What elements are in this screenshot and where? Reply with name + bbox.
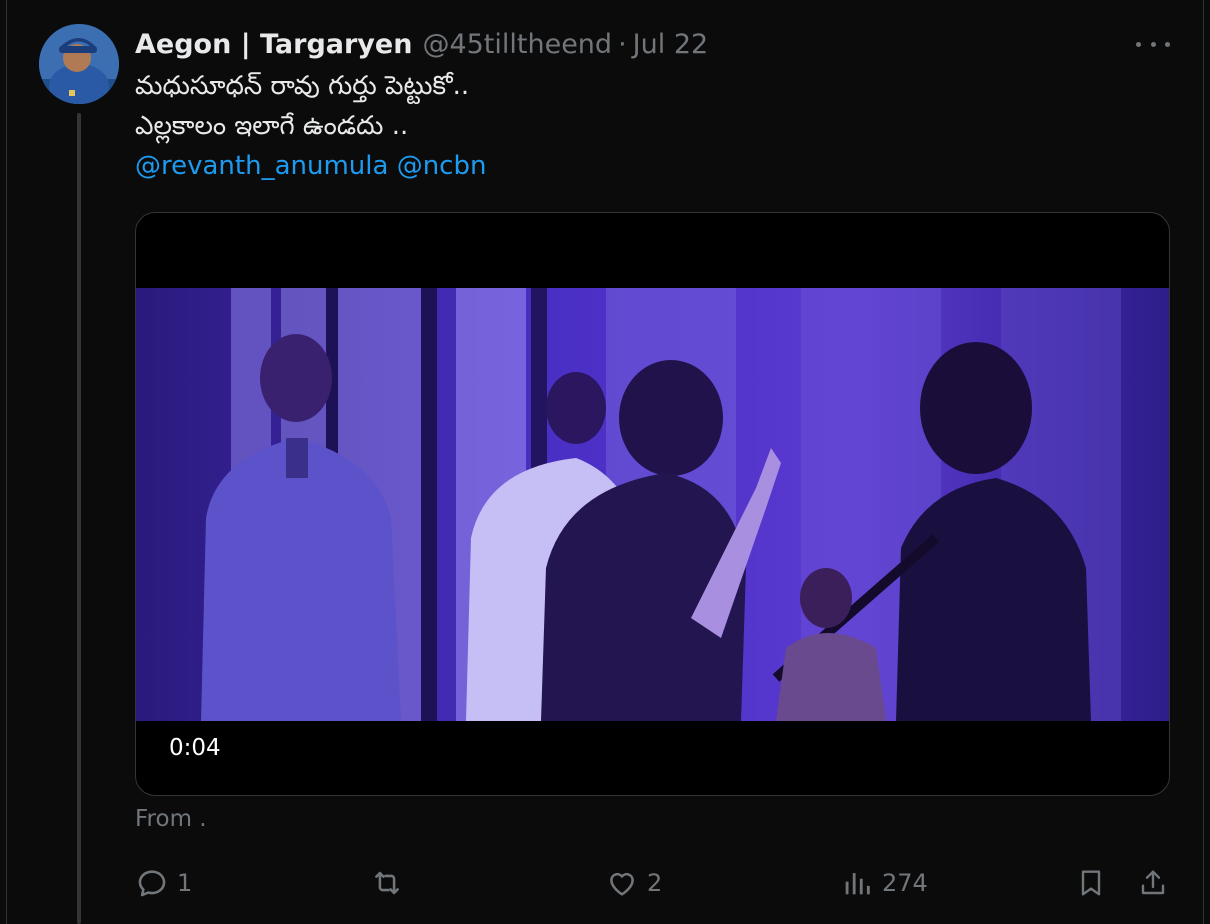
- share-icon: [1141, 870, 1165, 895]
- views-button[interactable]: 274: [840, 858, 928, 908]
- more-dot: [1150, 41, 1156, 47]
- bookmark-icon: [1081, 870, 1101, 896]
- thread-line: [77, 113, 81, 924]
- retweet-icon: [375, 871, 399, 895]
- like-button[interactable]: 2: [605, 858, 662, 908]
- share-button[interactable]: [1137, 858, 1169, 908]
- column-border-left: [6, 0, 7, 924]
- views-count: 274: [882, 869, 928, 897]
- tweet-text-line-1: మధుసూధన్ రావు గుర్తు పెట్టుకో..: [135, 71, 470, 101]
- reply-count: 1: [177, 869, 193, 897]
- views-icon: [845, 873, 870, 895]
- like-icon: [610, 872, 634, 896]
- tweet-header: Aegon | Targaryen @45tilltheend · Jul 22: [135, 26, 708, 62]
- header-separator: ·: [618, 28, 627, 60]
- mention-link[interactable]: @ncbn: [397, 151, 487, 181]
- video-frame: [136, 288, 1169, 721]
- reply-button[interactable]: 1: [135, 858, 192, 908]
- video-timecode: 0:04: [169, 735, 221, 761]
- tweet-date[interactable]: Jul 22: [633, 29, 709, 60]
- mention-link[interactable]: @revanth_anumula: [135, 151, 388, 181]
- column-border-right: [1203, 0, 1204, 924]
- author-name[interactable]: Aegon | Targaryen: [135, 29, 412, 60]
- like-count: 2: [647, 869, 663, 897]
- retweet-button[interactable]: [369, 858, 413, 908]
- avatar-image: [39, 24, 119, 104]
- video-player[interactable]: 0:04: [135, 212, 1170, 796]
- tweet-text-line-2: ఎల్లకాలం ఇలాగే ఉండదు ..: [135, 111, 409, 141]
- avatar[interactable]: [39, 24, 119, 104]
- media-source[interactable]: From .: [135, 806, 207, 832]
- more-dot: [1165, 41, 1170, 47]
- more-dots-icon[interactable]: [1136, 30, 1170, 58]
- bookmark-button[interactable]: [1075, 858, 1107, 908]
- action-bar: 1 2 274: [0, 858, 1210, 908]
- tweet-mentions: @revanth_anumula @ncbn: [135, 151, 486, 181]
- author-handle[interactable]: @45tilltheend: [422, 29, 612, 60]
- more-dot: [1136, 41, 1141, 47]
- reply-icon: [138, 870, 166, 897]
